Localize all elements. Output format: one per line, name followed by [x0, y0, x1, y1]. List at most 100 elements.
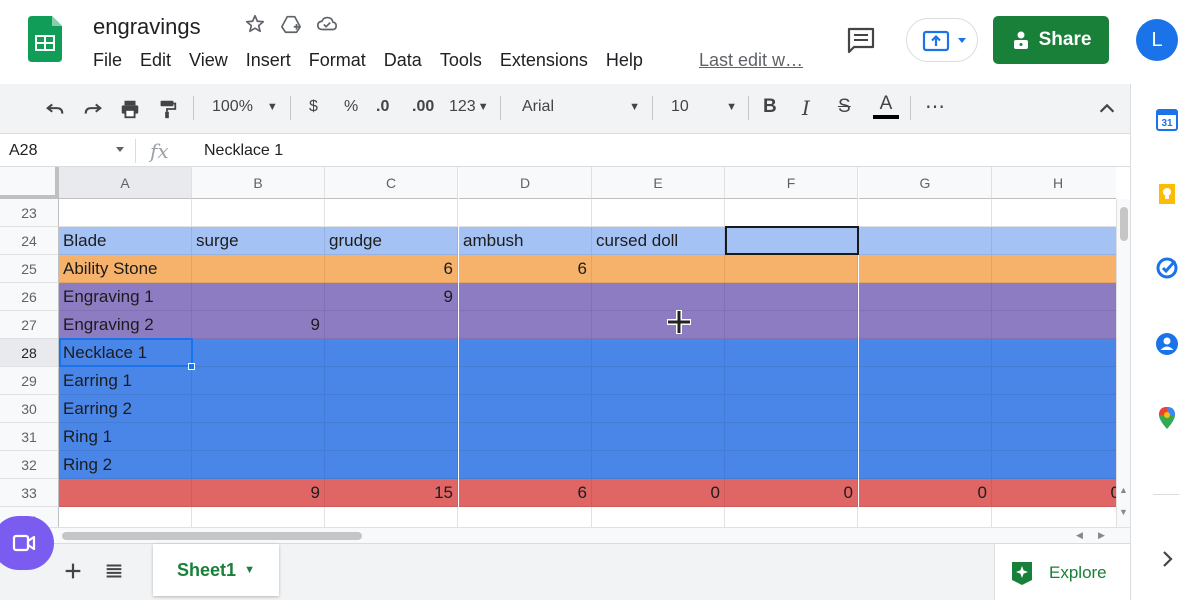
menu-file[interactable]: File — [93, 50, 122, 71]
cell-b29[interactable] — [192, 367, 325, 395]
row-header-28[interactable]: 28 — [0, 339, 59, 367]
cell-b23[interactable] — [192, 199, 325, 227]
last-edit-link[interactable]: Last edit w… — [699, 50, 803, 71]
cell-c33[interactable]: 15 — [325, 479, 458, 507]
column-header-d[interactable]: D — [459, 167, 592, 199]
more-formats-button[interactable]: 123 ▼ — [449, 98, 489, 116]
cell-b28[interactable] — [192, 339, 325, 367]
scroll-down-arrow-icon[interactable]: ▼ — [1119, 507, 1128, 517]
cell-b33[interactable]: 9 — [192, 479, 325, 507]
cell-c25[interactable]: 6 — [325, 255, 458, 283]
cell-a33[interactable] — [59, 479, 192, 507]
cell-c34[interactable] — [325, 507, 458, 527]
cell-f28[interactable] — [725, 339, 858, 367]
cell-e27[interactable] — [592, 311, 725, 339]
column-header-c[interactable]: C — [325, 167, 458, 199]
cell-h28[interactable] — [992, 339, 1116, 367]
cell-c32[interactable] — [325, 451, 458, 479]
comment-history-icon[interactable] — [846, 26, 876, 54]
menu-edit[interactable]: Edit — [140, 50, 171, 71]
document-title[interactable]: engravings — [93, 14, 201, 40]
chevron-down-icon[interactable] — [116, 147, 124, 152]
cell-c30[interactable] — [325, 395, 458, 423]
present-button[interactable] — [906, 18, 978, 62]
cell-f34[interactable] — [725, 507, 858, 527]
scroll-left-arrow-icon[interactable]: ◀ — [1076, 530, 1083, 541]
cell-e31[interactable] — [592, 423, 725, 451]
print-button[interactable] — [119, 98, 141, 120]
redo-button[interactable] — [82, 98, 104, 120]
horizontal-scroll-thumb[interactable] — [62, 532, 362, 540]
cell-g32[interactable] — [859, 451, 992, 479]
row-header-25[interactable]: 25 — [0, 255, 59, 283]
cell-c31[interactable] — [325, 423, 458, 451]
sheets-logo-icon[interactable] — [28, 16, 62, 62]
cell-c26[interactable]: 9 — [325, 283, 458, 311]
cell-g33[interactable]: 0 — [859, 479, 992, 507]
cell-f31[interactable] — [725, 423, 858, 451]
row-header-24[interactable]: 24 — [0, 227, 59, 255]
cell-d24[interactable]: ambush — [459, 227, 592, 255]
spreadsheet-grid[interactable]: A B C D E F G H 23 24 Blade surge grudge ambush cursed… — [0, 167, 1116, 527]
cell-h27[interactable] — [992, 311, 1116, 339]
cell-h26[interactable] — [992, 283, 1116, 311]
column-header-a[interactable]: A — [59, 167, 192, 199]
cell-e33[interactable]: 0 — [592, 479, 725, 507]
cell-h23[interactable] — [992, 199, 1116, 227]
cell-a31[interactable]: Ring 1 — [59, 423, 192, 451]
column-header-e[interactable]: E — [592, 167, 725, 199]
cell-a23[interactable] — [59, 199, 192, 227]
cell-d27[interactable] — [459, 311, 592, 339]
cell-h24[interactable] — [992, 227, 1116, 255]
cell-c29[interactable] — [325, 367, 458, 395]
cell-d33[interactable]: 6 — [459, 479, 592, 507]
cell-g31[interactable] — [859, 423, 992, 451]
fill-handle[interactable] — [188, 363, 195, 370]
menu-help[interactable]: Help — [606, 50, 643, 71]
cell-e25[interactable] — [592, 255, 725, 283]
row-header-33[interactable]: 33 — [0, 479, 59, 507]
cell-g29[interactable] — [859, 367, 992, 395]
cell-b32[interactable] — [192, 451, 325, 479]
cell-g24[interactable] — [859, 227, 992, 255]
collapse-toolbar-button[interactable] — [1096, 98, 1118, 120]
cell-a27[interactable]: Engraving 2 — [59, 311, 192, 339]
explore-button[interactable]: Explore — [994, 544, 1130, 600]
scroll-up-arrow-icon[interactable]: ▲ — [1119, 485, 1128, 495]
cell-b24[interactable]: surge — [192, 227, 325, 255]
cell-d25[interactable]: 6 — [459, 255, 592, 283]
all-sheets-icon[interactable] — [103, 560, 125, 582]
account-avatar[interactable]: L — [1136, 19, 1178, 61]
cell-d31[interactable] — [459, 423, 592, 451]
row-header-29[interactable]: 29 — [0, 367, 59, 395]
percent-format-button[interactable]: % — [344, 98, 358, 116]
menu-format[interactable]: Format — [309, 50, 366, 71]
cell-h32[interactable] — [992, 451, 1116, 479]
cell-f25[interactable] — [725, 255, 858, 283]
cell-b27[interactable]: 9 — [192, 311, 325, 339]
cell-f26[interactable] — [725, 283, 858, 311]
cell-b26[interactable] — [192, 283, 325, 311]
cell-a28[interactable]: Necklace 1 — [59, 339, 192, 367]
more-options-button[interactable]: ⋯ — [925, 94, 945, 119]
cell-a26[interactable]: Engraving 1 — [59, 283, 192, 311]
menu-insert[interactable]: Insert — [246, 50, 291, 71]
cell-f24[interactable] — [725, 227, 858, 255]
name-box[interactable]: A28 — [9, 142, 37, 160]
cell-e29[interactable] — [592, 367, 725, 395]
row-header-26[interactable]: 26 — [0, 283, 59, 311]
add-sheet-icon[interactable] — [62, 560, 84, 582]
cell-c27[interactable] — [325, 311, 458, 339]
column-header-b[interactable]: B — [192, 167, 325, 199]
chevron-right-icon[interactable] — [1155, 547, 1179, 571]
strikethrough-button[interactable]: S — [838, 96, 851, 118]
cell-f23[interactable] — [725, 199, 858, 227]
decrease-decimal-button[interactable]: .0 — [376, 98, 389, 116]
menu-view[interactable]: View — [189, 50, 228, 71]
cell-f30[interactable] — [725, 395, 858, 423]
cell-h25[interactable] — [992, 255, 1116, 283]
cell-e28[interactable] — [592, 339, 725, 367]
star-icon[interactable] — [244, 13, 266, 35]
cell-e32[interactable] — [592, 451, 725, 479]
row-header-27[interactable]: 27 — [0, 311, 59, 339]
